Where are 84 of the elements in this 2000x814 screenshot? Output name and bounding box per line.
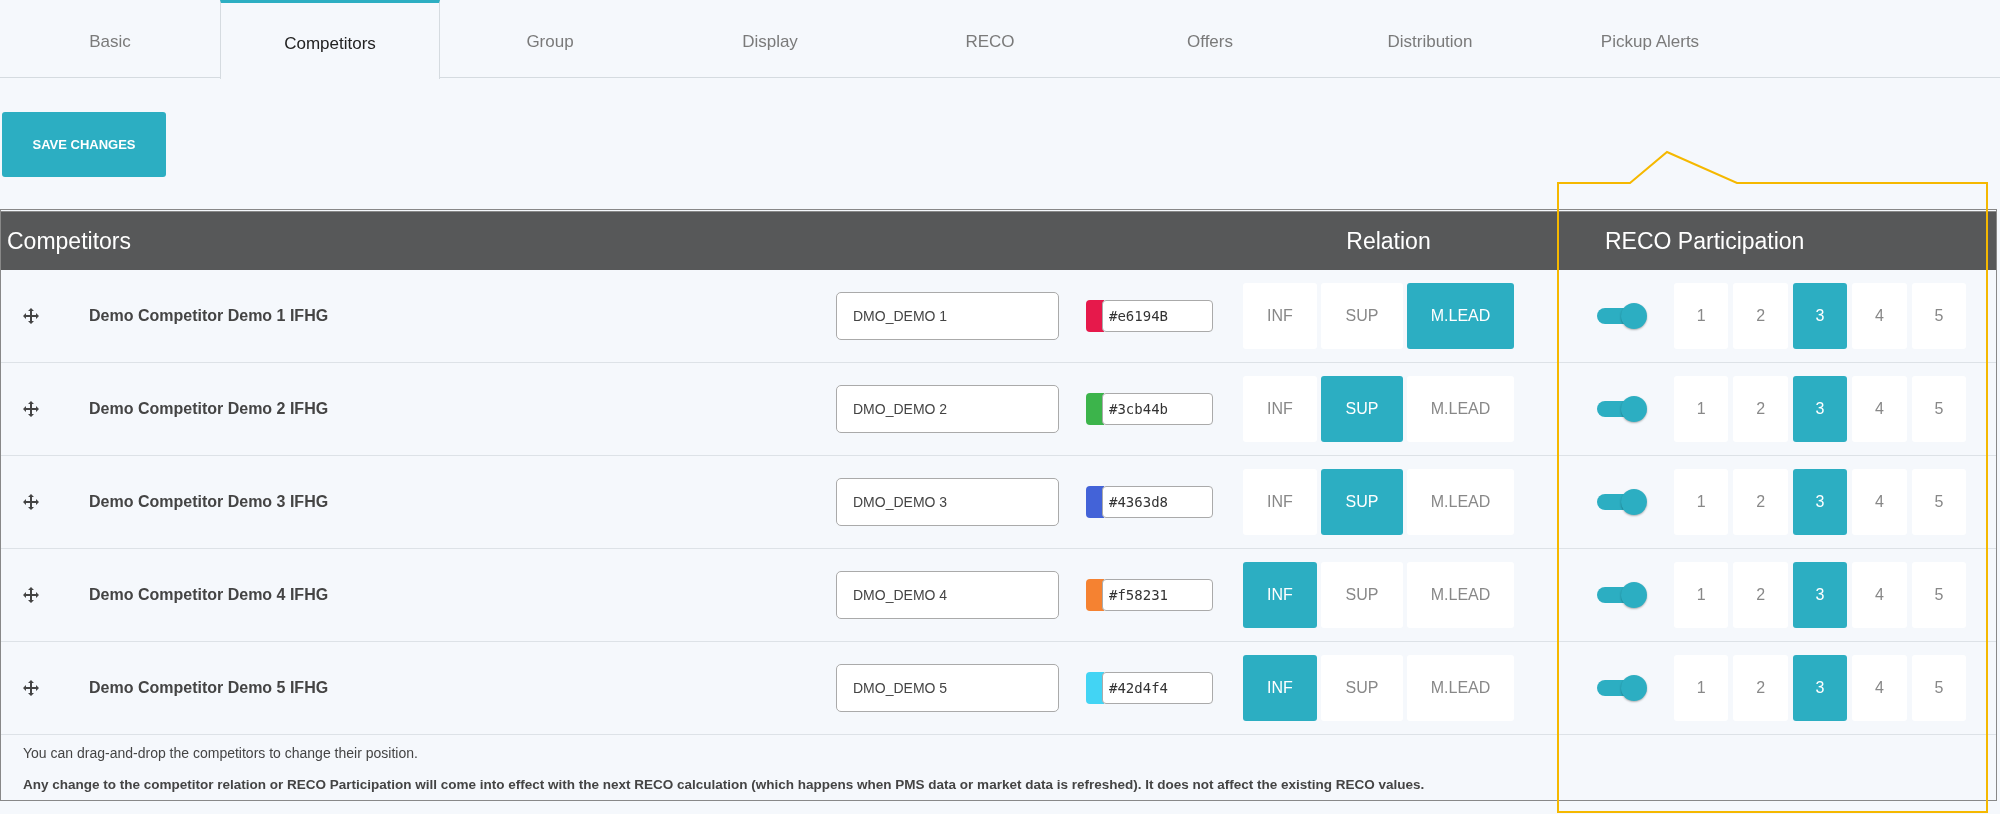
- drag-handle-icon[interactable]: [23, 401, 39, 417]
- color-swatch[interactable]: [1086, 300, 1104, 332]
- weight-option[interactable]: 4: [1852, 376, 1907, 442]
- drag-handle-icon[interactable]: [23, 680, 39, 696]
- color-input[interactable]: #3cb44b: [1102, 393, 1213, 425]
- weight-option[interactable]: 1: [1674, 376, 1729, 442]
- tab[interactable]: Offers: [1100, 0, 1320, 78]
- participation-toggle[interactable]: [1597, 673, 1647, 703]
- relation-option[interactable]: INF: [1243, 562, 1317, 628]
- relation-option[interactable]: INF: [1243, 283, 1317, 349]
- weight-option[interactable]: 5: [1911, 469, 1967, 535]
- tab[interactable]: Competitors: [220, 0, 440, 79]
- competitor-name: Demo Competitor Demo 1 IFHG: [89, 307, 330, 325]
- color-swatch[interactable]: [1086, 579, 1104, 611]
- weight-option[interactable]: 5: [1911, 655, 1967, 721]
- participation-toggle[interactable]: [1597, 301, 1647, 331]
- relation-option[interactable]: M.LEAD: [1407, 469, 1514, 535]
- color-swatch[interactable]: [1086, 486, 1104, 518]
- relation-option[interactable]: M.LEAD: [1407, 376, 1514, 442]
- weight-option[interactable]: 5: [1911, 376, 1967, 442]
- competitor-name: Demo Competitor Demo 4 IFHG: [89, 586, 330, 604]
- code-input[interactable]: DMO_DEMO 3: [836, 478, 1059, 526]
- column-header: Competitors: [6, 227, 132, 255]
- relation-option[interactable]: SUP: [1321, 283, 1403, 349]
- competitor-name: Demo Competitor Demo 3 IFHG: [89, 493, 330, 511]
- tab[interactable]: RECO: [880, 0, 1100, 78]
- tab[interactable]: Display: [660, 0, 880, 78]
- column-header: RECO Participation: [1604, 227, 1806, 255]
- weight-option[interactable]: 1: [1674, 283, 1729, 349]
- weight-option[interactable]: 4: [1852, 469, 1907, 535]
- participation-toggle[interactable]: [1597, 487, 1647, 517]
- relation-option[interactable]: M.LEAD: [1407, 655, 1514, 721]
- weight-option[interactable]: 3: [1792, 376, 1848, 442]
- column-header: Relation: [1345, 227, 1432, 255]
- relation-option[interactable]: SUP: [1321, 562, 1403, 628]
- weight-option[interactable]: 4: [1852, 655, 1907, 721]
- weight-option[interactable]: 1: [1674, 655, 1729, 721]
- weight-option[interactable]: 3: [1792, 655, 1848, 721]
- relation-option[interactable]: SUP: [1321, 376, 1403, 442]
- weight-option[interactable]: 3: [1792, 469, 1848, 535]
- relation-option[interactable]: M.LEAD: [1407, 562, 1514, 628]
- weight-option[interactable]: 2: [1733, 283, 1788, 349]
- color-input[interactable]: #e6194B: [1102, 300, 1213, 332]
- relation-option[interactable]: M.LEAD: [1407, 283, 1514, 349]
- participation-toggle[interactable]: [1597, 580, 1647, 610]
- tab[interactable]: Group: [440, 0, 660, 78]
- weight-option[interactable]: 1: [1674, 562, 1729, 628]
- code-input[interactable]: DMO_DEMO 4: [836, 571, 1059, 619]
- tab[interactable]: Basic: [0, 0, 220, 78]
- weight-option[interactable]: 2: [1733, 469, 1788, 535]
- weight-option[interactable]: 4: [1852, 283, 1907, 349]
- save-changes-button[interactable]: SAVE CHANGES: [2, 112, 166, 177]
- weight-option[interactable]: 2: [1733, 376, 1788, 442]
- tab[interactable]: Pickup Alerts: [1540, 0, 1760, 78]
- weight-option[interactable]: 3: [1792, 562, 1848, 628]
- weight-option[interactable]: 1: [1674, 469, 1729, 535]
- weight-option[interactable]: 5: [1911, 562, 1967, 628]
- drag-handle-icon[interactable]: [23, 587, 39, 603]
- weight-option[interactable]: 2: [1733, 562, 1788, 628]
- tab[interactable]: Distribution: [1320, 0, 1540, 78]
- relation-option[interactable]: SUP: [1321, 655, 1403, 721]
- participation-toggle[interactable]: [1597, 394, 1647, 424]
- competitor-name: Demo Competitor Demo 5 IFHG: [89, 679, 330, 697]
- info-text: Any change to the competitor relation or RECO Participation will come into effect with the next RECO calculation (which happens when PMS data or market data is refreshed). It does not affect the existing RECO values.: [23, 777, 1426, 792]
- weight-option[interactable]: 3: [1792, 283, 1848, 349]
- color-swatch[interactable]: [1086, 393, 1104, 425]
- color-input[interactable]: #f58231: [1102, 579, 1213, 611]
- weight-option[interactable]: 5: [1911, 283, 1967, 349]
- info-text: You can drag-and-drop the competitors to change their position.: [23, 745, 419, 761]
- weight-option[interactable]: 4: [1852, 562, 1907, 628]
- relation-option[interactable]: INF: [1243, 655, 1317, 721]
- weight-option[interactable]: 2: [1733, 655, 1788, 721]
- color-swatch[interactable]: [1086, 672, 1104, 704]
- relation-option[interactable]: INF: [1243, 376, 1317, 442]
- drag-handle-icon[interactable]: [23, 494, 39, 510]
- drag-handle-icon[interactable]: [23, 308, 39, 324]
- code-input[interactable]: DMO_DEMO 5: [836, 664, 1059, 712]
- color-input[interactable]: #4363d8: [1102, 486, 1213, 518]
- competitor-name: Demo Competitor Demo 2 IFHG: [89, 400, 330, 418]
- relation-option[interactable]: SUP: [1321, 469, 1403, 535]
- color-input[interactable]: #42d4f4: [1102, 672, 1213, 704]
- code-input[interactable]: DMO_DEMO 2: [836, 385, 1059, 433]
- code-input[interactable]: DMO_DEMO 1: [836, 292, 1059, 340]
- relation-option[interactable]: INF: [1243, 469, 1317, 535]
